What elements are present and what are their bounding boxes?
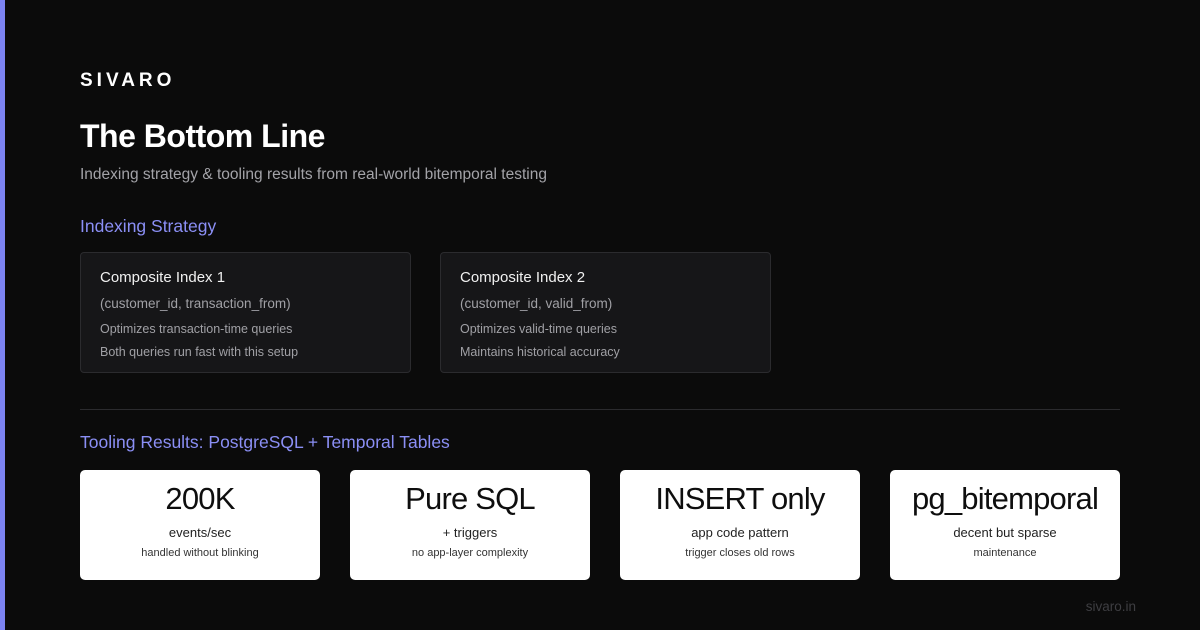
index-card-columns: (customer_id, transaction_from) bbox=[100, 296, 291, 311]
accent-bar bbox=[0, 0, 5, 630]
index-card-title: Composite Index 2 bbox=[460, 269, 586, 286]
footer-url: sivaro.in bbox=[1085, 599, 1136, 614]
stat-value: Pure SQL bbox=[405, 481, 536, 516]
stat-card-pg-bitemporal: pg_bitemporal decent but sparse maintena… bbox=[890, 470, 1120, 580]
stat-note: no app-layer complexity bbox=[411, 547, 529, 559]
stat-value: INSERT only bbox=[655, 481, 825, 516]
stat-value: 200K bbox=[165, 481, 235, 516]
stat-note: handled without blinking bbox=[141, 547, 259, 559]
stat-note: maintenance bbox=[973, 547, 1037, 559]
indexing-heading: Indexing Strategy bbox=[80, 216, 217, 236]
stat-label: decent but sparse bbox=[953, 525, 1057, 540]
index-card-line: Optimizes transaction-time queries bbox=[100, 322, 293, 336]
index-card-line: Maintains historical accuracy bbox=[460, 345, 620, 359]
stat-card-insert: INSERT only app code pattern trigger clo… bbox=[620, 470, 860, 580]
index-card-title: Composite Index 1 bbox=[100, 269, 226, 286]
stat-value: pg_bitemporal bbox=[911, 481, 1099, 516]
index-card-line: Both queries run fast with this setup bbox=[100, 345, 299, 359]
stat-card-events: 200K events/sec handled without blinking bbox=[80, 470, 320, 580]
page-subtitle: Indexing strategy & tooling results from… bbox=[80, 166, 547, 183]
page-title: The Bottom Line bbox=[80, 118, 325, 154]
index-card-1: Composite Index 1 (customer_id, transact… bbox=[80, 252, 411, 373]
stat-note: trigger closes old rows bbox=[685, 547, 795, 559]
stat-label: + triggers bbox=[442, 525, 498, 540]
tooling-heading: Tooling Results: PostgreSQL + Temporal T… bbox=[80, 432, 450, 452]
stat-label: app code pattern bbox=[691, 525, 789, 540]
stat-label: events/sec bbox=[168, 525, 232, 540]
section-divider bbox=[80, 409, 1120, 410]
index-card-2: Composite Index 2 (customer_id, valid_fr… bbox=[440, 252, 771, 373]
stat-card-sql: Pure SQL + triggers no app-layer complex… bbox=[350, 470, 590, 580]
index-card-line: Optimizes valid-time queries bbox=[460, 322, 617, 336]
brand-logo: SIVARO bbox=[80, 70, 176, 91]
index-card-columns: (customer_id, valid_from) bbox=[460, 296, 613, 311]
